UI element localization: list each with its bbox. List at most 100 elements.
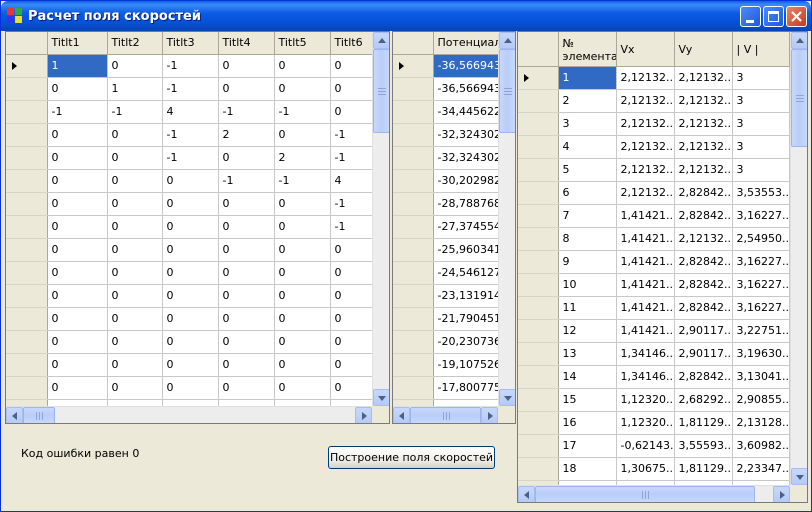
matrix-cell[interactable]: 0 (107, 146, 163, 170)
matrix-vertical-scrollbar[interactable] (372, 32, 389, 406)
table-row[interactable]: 14 1,34146... 2,82842... 3,13041... (518, 365, 790, 389)
table-row[interactable]: -21,7904516. (393, 307, 499, 331)
row-header[interactable] (518, 273, 559, 297)
matrix-cell[interactable]: 0 (107, 123, 163, 147)
row-header[interactable] (518, 135, 559, 159)
row-header[interactable] (393, 77, 434, 101)
matrix-cell[interactable]: 0 (47, 353, 108, 377)
table-row[interactable]: 000000 (6, 284, 386, 308)
matrix-cell[interactable]: 0 (162, 284, 219, 308)
matrix-cell[interactable]: 0 (107, 54, 163, 78)
velocity-vertical-scrollbar[interactable] (790, 32, 807, 485)
velocity-cell[interactable]: 2,12132... (674, 158, 733, 182)
velocity-cell[interactable]: 2,82842... (674, 204, 733, 228)
row-header[interactable] (393, 353, 434, 377)
matrix-cell[interactable]: 0 (162, 169, 219, 193)
table-row[interactable]: -17,8007757. (393, 376, 499, 400)
matrix-cell[interactable]: 0 (274, 330, 331, 354)
matrix-cell[interactable]: 1 (107, 77, 163, 101)
table-row[interactable]: 7 1,41421... 2,82842... 3,16227... (518, 204, 790, 228)
matrix-cell[interactable]: -1 (274, 100, 331, 124)
velocity-cell[interactable]: 18 (558, 457, 617, 481)
matrix-cell[interactable]: 0 (274, 284, 331, 308)
matrix-cell[interactable]: 0 (47, 307, 108, 331)
potential-column-header[interactable]: Потенциал (433, 32, 499, 55)
velocity-cell[interactable]: 3 (558, 112, 617, 136)
matrix-cell[interactable]: -1 (47, 100, 108, 124)
velocity-cell[interactable]: 1,41421... (616, 204, 675, 228)
table-row[interactable]: -36,5669430. (393, 77, 499, 101)
velocity-cell[interactable]: 2,12132... (674, 227, 733, 251)
velocity-cell[interactable]: 1,12320... (616, 388, 675, 412)
velocity-cell[interactable]: 2,12132... (674, 66, 733, 90)
row-header[interactable] (518, 434, 559, 458)
velocity-cell[interactable]: 2,12132... (674, 89, 733, 113)
row-header[interactable] (518, 112, 559, 136)
velocity-cell[interactable]: 16 (558, 411, 617, 435)
velocity-cell[interactable]: 1,81129... (674, 457, 733, 481)
velocity-column-header[interactable]: | V | (732, 32, 790, 67)
velocity-cell[interactable]: 1,41421... (616, 250, 675, 274)
row-header[interactable] (6, 376, 48, 400)
matrix-cell[interactable]: -1 (162, 146, 219, 170)
row-header[interactable] (6, 169, 48, 193)
matrix-cell[interactable]: 0 (274, 307, 331, 331)
table-row[interactable]: 000000 (6, 376, 386, 400)
velocity-cell[interactable]: 1,41421... (616, 319, 675, 343)
table-row[interactable]: 4 2,12132... 2,12132... 3 (518, 135, 790, 159)
row-header[interactable] (518, 181, 559, 205)
matrix-cell[interactable]: 0 (274, 261, 331, 285)
velocity-cell[interactable]: 1,12320... (616, 411, 675, 435)
row-header[interactable] (393, 169, 434, 193)
velocity-cell[interactable]: 2,68292... (674, 388, 733, 412)
velocity-cell[interactable]: 4 (558, 135, 617, 159)
velocity-cell[interactable]: 2,82842... (674, 273, 733, 297)
matrix-cell[interactable]: 0 (274, 123, 331, 147)
velocity-cell[interactable]: 1,34146... (616, 342, 675, 366)
velocity-cell[interactable]: 3 (732, 158, 790, 182)
table-row[interactable]: -27,3745548. (393, 215, 499, 239)
row-header[interactable] (393, 376, 434, 400)
matrix-cell[interactable]: 0 (47, 146, 108, 170)
table-row[interactable]: 16 1,12320... 1,81129... 2,13128... (518, 411, 790, 435)
velocity-column-header[interactable]: № элемента (558, 32, 617, 67)
velocity-cell[interactable]: 3,16227... (732, 250, 790, 274)
scroll-up-button[interactable] (499, 32, 515, 49)
row-header[interactable] (518, 227, 559, 251)
matrix-cell[interactable]: 0 (107, 238, 163, 262)
matrix-cell[interactable]: 0 (218, 261, 275, 285)
row-header[interactable] (393, 307, 434, 331)
matrix-cell[interactable]: 2 (274, 146, 331, 170)
table-row[interactable]: 000000 (6, 238, 386, 262)
potential-cell[interactable]: -32,3243023. (433, 123, 499, 147)
matrix-cell[interactable]: 0 (107, 376, 163, 400)
table-row[interactable]: 000000 (6, 330, 386, 354)
table-row[interactable]: -32,3243023. (393, 123, 499, 147)
potential-cell[interactable]: -30,2029820. (433, 169, 499, 193)
potential-cell[interactable]: -24,5461277. (433, 261, 499, 285)
potential-vertical-scrollbar[interactable] (498, 32, 515, 406)
velocity-cell[interactable]: 13 (558, 342, 617, 366)
velocity-cell[interactable]: 1,30675... (616, 457, 675, 481)
matrix-cell[interactable]: -1 (162, 77, 219, 101)
velocity-cell[interactable]: 3,55593... (674, 434, 733, 458)
matrix-cell[interactable]: 0 (107, 307, 163, 331)
velocity-cell[interactable]: 1,41421... (616, 296, 675, 320)
scroll-right-button[interactable] (773, 486, 790, 502)
velocity-cell[interactable]: 3,19630... (732, 342, 790, 366)
row-header[interactable] (6, 192, 48, 216)
matrix-cell[interactable]: 2 (218, 123, 275, 147)
row-header[interactable] (6, 261, 48, 285)
scroll-thumb[interactable] (535, 486, 755, 502)
scroll-thumb[interactable] (23, 407, 55, 423)
row-header[interactable] (518, 319, 559, 343)
table-row[interactable]: 10 1,41421... 2,82842... 3,16227... (518, 273, 790, 297)
matrix-cell[interactable]: 1 (47, 54, 108, 78)
velocity-cell[interactable]: 3,16227... (732, 273, 790, 297)
scroll-down-button[interactable] (373, 389, 389, 406)
matrix-cell[interactable]: 0 (218, 353, 275, 377)
velocity-cell[interactable]: 2,82842... (674, 181, 733, 205)
potential-cell[interactable]: -23,1319141. (433, 284, 499, 308)
table-row[interactable]: 11 1,41421... 2,82842... 3,16227... (518, 296, 790, 320)
row-header[interactable] (6, 215, 48, 239)
